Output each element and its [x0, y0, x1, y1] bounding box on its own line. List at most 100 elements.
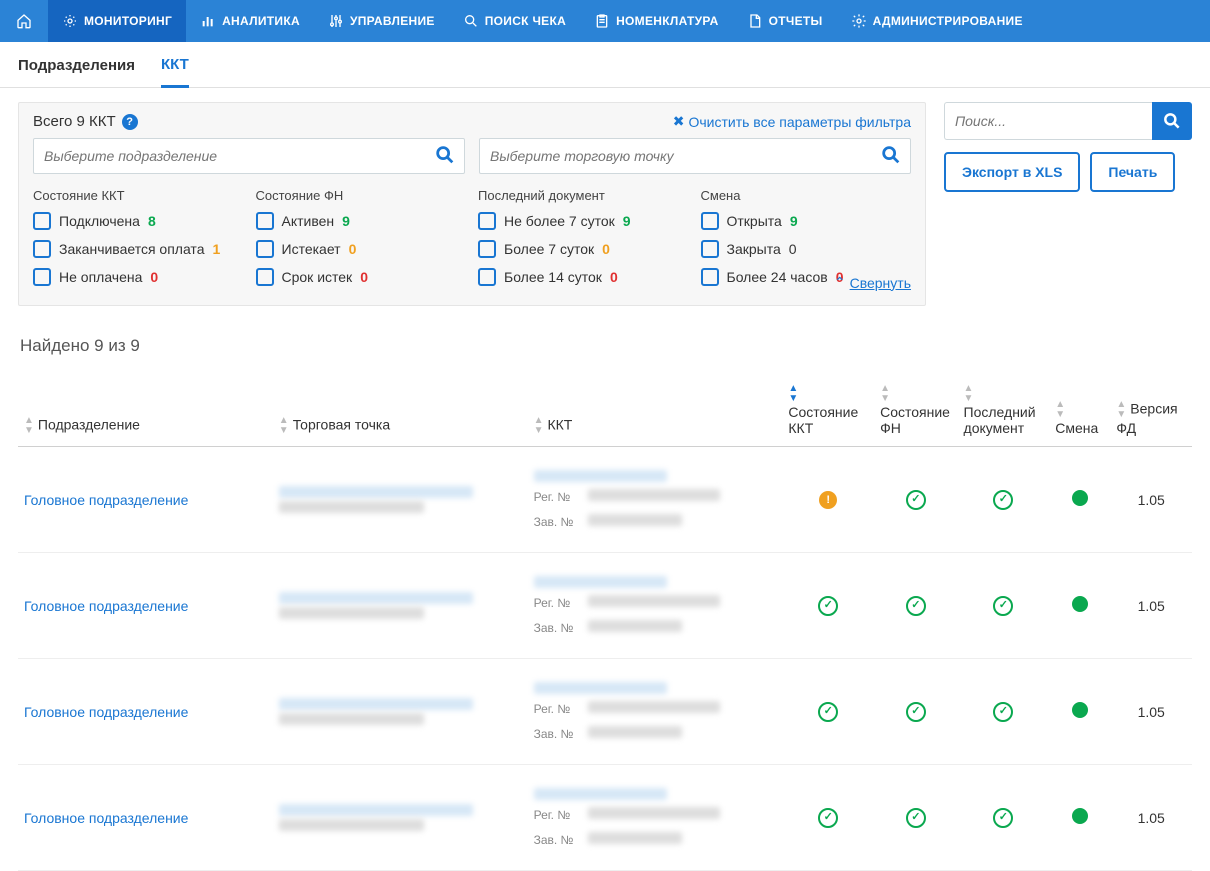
filter-option[interactable]: Истекает 0 [256, 235, 467, 263]
reg-label: Рег. № [534, 808, 580, 822]
nav-label: АНАЛИТИКА [222, 14, 300, 28]
nav-reports[interactable]: ОТЧЕТЫ [733, 0, 837, 42]
kkt-state-cell: ✓ [782, 659, 874, 765]
nav-admin[interactable]: АДМИНИСТРИРОВАНИЕ [837, 0, 1037, 42]
tab-departments[interactable]: Подразделения [18, 57, 135, 86]
fn-state-cell: ✓ [874, 659, 957, 765]
checkbox[interactable] [256, 212, 274, 230]
clear-filters-link[interactable]: ✖ Очистить все параметры фильтра [673, 113, 911, 130]
kkt-cell: Рег. №Зав. № [528, 765, 783, 871]
clipboard-icon [594, 13, 610, 29]
sliders-icon [328, 13, 344, 29]
col-fn-state[interactable]: ▲▼Состояние ФН [874, 376, 957, 447]
status-ok-icon: ✓ [818, 702, 838, 722]
status-ok-icon: ✓ [993, 808, 1013, 828]
department-link[interactable]: Головное подразделение [24, 704, 188, 720]
zav-label: Зав. № [534, 515, 580, 529]
collapse-filters-link[interactable]: ⌃ Свернуть [834, 274, 911, 291]
kkt-state-cell: ✓ [782, 553, 874, 659]
sort-icon: ▲▼ [788, 384, 798, 404]
filter-option[interactable]: Более 7 суток 0 [478, 235, 689, 263]
filter-option-count: 0 [349, 241, 357, 257]
monitoring-icon [62, 13, 78, 29]
filter-option-count: 9 [342, 213, 350, 229]
help-icon[interactable]: ? [122, 114, 138, 130]
nav-home[interactable] [0, 0, 48, 42]
collapse-filters-text: Свернуть [850, 275, 911, 291]
last-doc-cell: ✓ [958, 765, 1050, 871]
nav-analytics[interactable]: АНАЛИТИКА [186, 0, 314, 42]
filter-option-label: Истекает [282, 241, 341, 257]
col-tradepoint[interactable]: ▲▼Торговая точка [273, 376, 528, 447]
col-shift[interactable]: ▲▼Смена [1049, 376, 1110, 447]
clear-filters-text: Очистить все параметры фильтра [688, 114, 911, 130]
col-kkt[interactable]: ▲▼ККТ [528, 376, 783, 447]
tradepoint-input[interactable] [490, 148, 880, 164]
print-button[interactable]: Печать [1090, 152, 1175, 192]
table-row: Головное подразделениеРег. №Зав. №✓✓✓1.0… [18, 553, 1192, 659]
document-icon [747, 13, 763, 29]
fd-version-cell: 1.05 [1110, 765, 1192, 871]
checkbox[interactable] [701, 212, 719, 230]
search-button[interactable] [1152, 102, 1192, 140]
nav-management[interactable]: УПРАВЛЕНИЕ [314, 0, 449, 42]
col-last-doc[interactable]: ▲▼Последний документ [958, 376, 1050, 447]
fn-state-cell: ✓ [874, 765, 957, 871]
checkbox[interactable] [478, 240, 496, 258]
filter-option[interactable]: Более 14 суток 0 [478, 263, 689, 291]
filter-option[interactable]: Не более 7 суток 9 [478, 207, 689, 235]
checkbox[interactable] [33, 240, 51, 258]
filter-column: Последний документНе более 7 суток 9Боле… [478, 188, 689, 291]
filter-option[interactable]: Срок истек 0 [256, 263, 467, 291]
filter-option-label: Активен [282, 213, 335, 229]
department-link[interactable]: Головное подразделение [24, 810, 188, 826]
checkbox[interactable] [33, 212, 51, 230]
filter-option[interactable]: Активен 9 [256, 207, 467, 235]
col-kkt-state[interactable]: ▲▼Состояние ККТ [782, 376, 874, 447]
department-link[interactable]: Головное подразделение [24, 492, 188, 508]
status-ok-icon: ✓ [818, 808, 838, 828]
filter-option-label: Заканчивается оплата [59, 241, 204, 257]
col-fd-version[interactable]: ▲▼Версия ФД [1110, 376, 1192, 447]
nav-receipt-search[interactable]: ПОИСК ЧЕКА [449, 0, 580, 42]
search-input[interactable] [944, 102, 1152, 140]
checkbox[interactable] [701, 268, 719, 286]
tradepoint-select[interactable] [479, 138, 911, 174]
col-department[interactable]: ▲▼Подразделение [18, 376, 273, 447]
tradepoint-cell [273, 765, 528, 871]
table-row: Головное подразделениеРег. №Зав. №!✓✓1.0… [18, 447, 1192, 553]
filter-option[interactable]: Не оплачена 0 [33, 263, 244, 291]
fd-version-cell: 1.05 [1110, 447, 1192, 553]
nav-label: ПОИСК ЧЕКА [485, 14, 566, 28]
filter-option[interactable]: Подключена 8 [33, 207, 244, 235]
filter-option-label: Не оплачена [59, 269, 142, 285]
nav-nomenclature[interactable]: НОМЕНКЛАТУРА [580, 0, 733, 42]
status-dot-icon [1072, 490, 1088, 506]
checkbox[interactable] [256, 240, 274, 258]
checkbox[interactable] [478, 212, 496, 230]
reg-label: Рег. № [534, 490, 580, 504]
filter-option[interactable]: Закрыта 0 [701, 235, 912, 263]
filter-option[interactable]: Открыта 9 [701, 207, 912, 235]
status-ok-icon: ✓ [906, 490, 926, 510]
checkbox[interactable] [256, 268, 274, 286]
checkbox[interactable] [478, 268, 496, 286]
kkt-cell: Рег. № Зав. № [528, 447, 783, 553]
status-dot-icon [1072, 808, 1088, 824]
kkt-cell: Рег. №Зав. № [528, 553, 783, 659]
department-link[interactable]: Головное подразделение [24, 598, 188, 614]
tab-kkt[interactable]: ККТ [161, 56, 189, 88]
department-select[interactable] [33, 138, 465, 174]
results-count: Найдено 9 из 9 [18, 336, 1192, 356]
filter-option-count: 0 [360, 269, 368, 285]
checkbox[interactable] [33, 268, 51, 286]
fd-version-cell: 1.05 [1110, 553, 1192, 659]
nav-monitoring[interactable]: МОНИТОРИНГ [48, 0, 186, 42]
filter-option-count: 0 [150, 269, 158, 285]
filter-option[interactable]: Заканчивается оплата 1 [33, 235, 244, 263]
department-input[interactable] [44, 148, 434, 164]
checkbox[interactable] [701, 240, 719, 258]
export-xls-button[interactable]: Экспорт в XLS [944, 152, 1080, 192]
side-actions: Экспорт в XLS Печать [944, 102, 1192, 192]
chevron-up-icon: ⌃ [834, 274, 846, 291]
